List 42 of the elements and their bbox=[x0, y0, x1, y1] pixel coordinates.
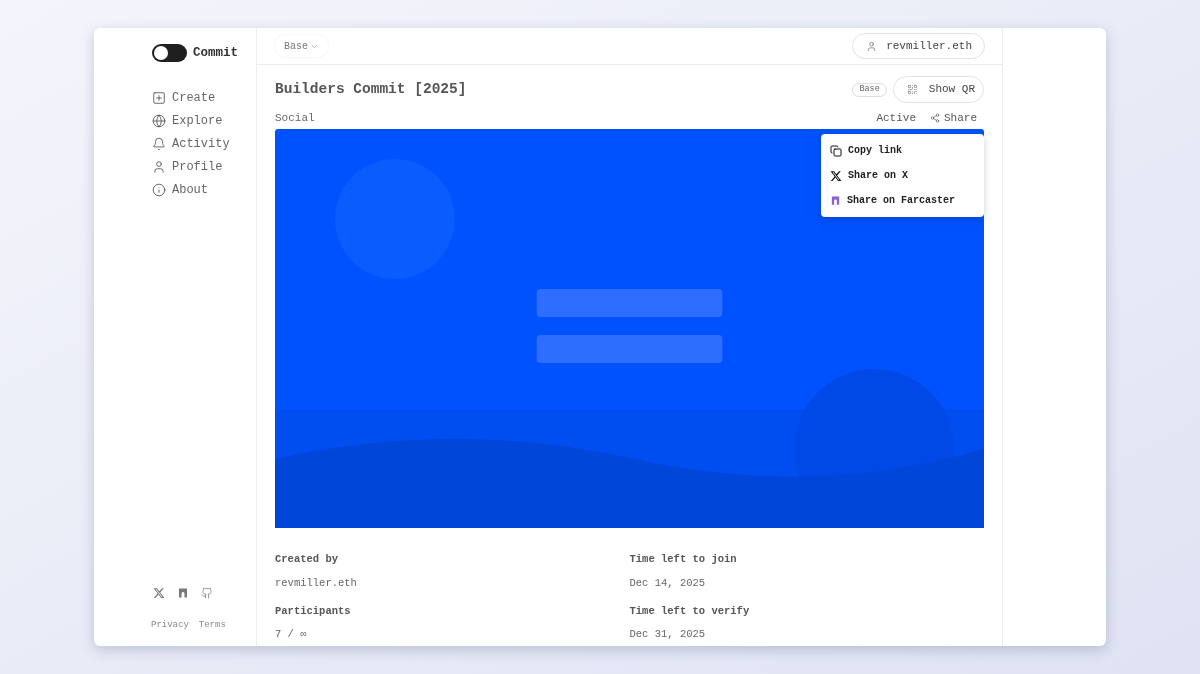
nav-link[interactable]: About bbox=[152, 180, 256, 199]
toggle-logo-icon bbox=[152, 44, 187, 63]
share-button[interactable]: Share bbox=[930, 109, 977, 127]
detail-value: Dec 31, 2025 bbox=[629, 627, 707, 643]
category-label: Social bbox=[275, 110, 315, 126]
nav-link[interactable]: Profile bbox=[152, 157, 256, 176]
bell-icon bbox=[152, 136, 166, 151]
nav-link[interactable]: Explore bbox=[152, 111, 256, 130]
detail-value: 7 / ∞ bbox=[275, 627, 308, 643]
nav-link[interactable]: Create bbox=[152, 88, 256, 107]
brand-name: Commit bbox=[193, 45, 238, 62]
detail-label: Time left to join bbox=[629, 552, 738, 567]
github-icon bbox=[201, 586, 213, 599]
x-logo-icon bbox=[830, 169, 842, 182]
detail-value: Dec 14, 2025 bbox=[629, 575, 707, 591]
x-logo-icon bbox=[153, 586, 165, 599]
copy-icon bbox=[830, 144, 842, 157]
qr-code-icon bbox=[906, 84, 918, 95]
arch-logo-icon bbox=[830, 195, 841, 206]
user-icon bbox=[152, 159, 166, 174]
social-link[interactable] bbox=[201, 586, 213, 599]
menu-item[interactable]: Share on X bbox=[825, 163, 980, 188]
info-icon bbox=[152, 182, 166, 197]
globe-icon bbox=[152, 113, 166, 128]
detail-value: revmiller.eth bbox=[275, 575, 358, 591]
status-label: Active bbox=[876, 110, 916, 126]
share-icon bbox=[930, 113, 940, 123]
menu-item[interactable]: Copy link bbox=[825, 138, 980, 163]
commit-title: Builders Commit [2025] bbox=[275, 79, 467, 99]
menu-item[interactable]: Share on Farcaster bbox=[825, 188, 980, 213]
detail-label: Time left to verify bbox=[629, 603, 751, 619]
footer-link[interactable]: Privacy bbox=[151, 618, 189, 632]
nav-link[interactable]: Activity bbox=[152, 134, 256, 153]
user-icon bbox=[866, 40, 878, 52]
social-link[interactable] bbox=[177, 586, 189, 599]
arch-logo-icon bbox=[177, 586, 189, 599]
network-selector[interactable]: Base bbox=[275, 35, 328, 57]
detail-label: Created by bbox=[275, 552, 339, 567]
social-link[interactable] bbox=[153, 586, 165, 599]
footer-link[interactable]: Terms bbox=[198, 618, 226, 632]
detail-label: Participants bbox=[275, 603, 352, 619]
plus-square-icon bbox=[152, 90, 166, 105]
